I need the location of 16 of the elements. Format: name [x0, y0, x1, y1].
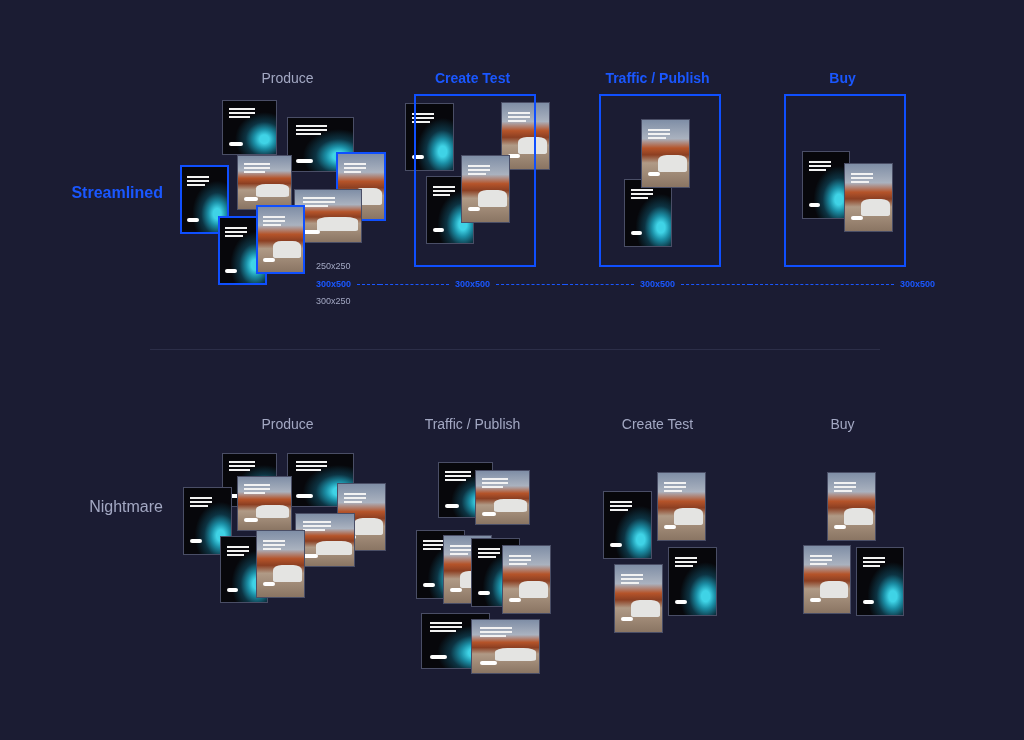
stage-title: Produce [261, 69, 314, 88]
stage-title: Traffic / Publish [424, 415, 521, 434]
size-label: 250x250 [316, 260, 351, 273]
size-label: 300x500 [455, 277, 491, 291]
size-label: 300x250 [316, 295, 351, 308]
stage-title: Produce [261, 415, 314, 434]
stage-title: Buy [830, 415, 855, 434]
stage-title: Create Test [621, 415, 694, 434]
size-label: 300x500 [640, 277, 676, 291]
row-label: Streamlined [71, 183, 163, 203]
row-label: Nightmare [89, 497, 163, 517]
stage-title: Buy [829, 69, 856, 88]
size-label: 300x500 [899, 277, 935, 291]
stage-title: Traffic / Publish [605, 69, 710, 88]
size-label: 300x500 [316, 277, 352, 291]
stage-title: Create Test [434, 69, 511, 88]
